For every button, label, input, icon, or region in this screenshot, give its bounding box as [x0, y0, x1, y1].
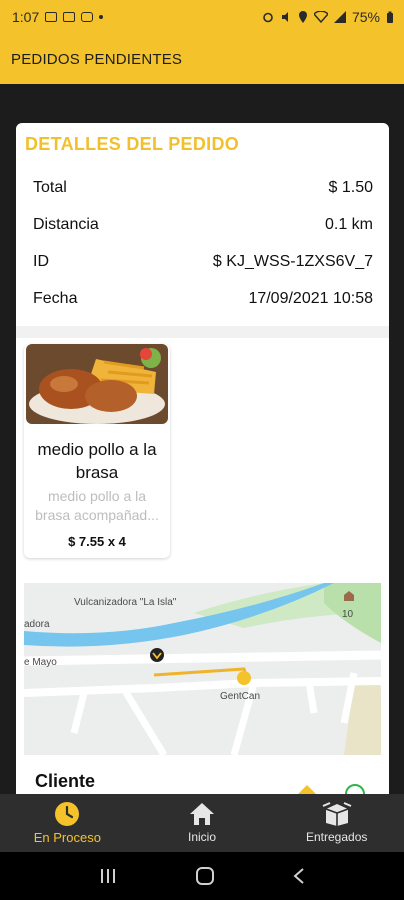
directions-icon[interactable]: [296, 783, 318, 794]
location-icon: [298, 11, 307, 23]
map-label-vulcanizadora: Vulcanizadora "La Isla": [74, 597, 177, 608]
distance-row: Distancia 0.1 km: [33, 216, 373, 234]
home-icon: [190, 803, 214, 825]
nav-entregados[interactable]: Entregados: [269, 794, 404, 852]
box-icon: [322, 802, 352, 826]
content-area[interactable]: DETALLES DEL PEDIDO Total $ 1.50 Distanc…: [0, 84, 404, 794]
battery-level: 75%: [351, 9, 380, 25]
id-value: $ KJ_WSS-1ZXS6V_7: [212, 253, 373, 270]
battery-icon: [387, 11, 393, 23]
order-details-list: Total $ 1.50 Distancia 0.1 km ID $ KJ_WS…: [16, 161, 389, 321]
order-details-card: DETALLES DEL PEDIDO Total $ 1.50 Distanc…: [16, 123, 389, 794]
product-name: medio pollo a la brasa: [37, 440, 157, 482]
status-bar: 1:07 75%: [0, 0, 404, 34]
recent-apps-icon[interactable]: [98, 867, 118, 885]
id-row: ID $ KJ_WSS-1ZXS6V_7: [33, 253, 373, 271]
nav-entregados-label: Entregados: [305, 830, 368, 844]
map-label-mayo: e Mayo: [24, 657, 57, 668]
gallery-icon: [45, 12, 58, 22]
total-row: Total $ 1.50: [33, 179, 373, 197]
map-label-adora: adora: [24, 619, 50, 630]
product-image: [26, 344, 168, 424]
mute-icon: [281, 12, 288, 22]
total-value: $ 1.50: [328, 179, 373, 196]
date-label: Fecha: [33, 290, 78, 307]
id-label: ID: [33, 253, 49, 270]
bottom-navigation: En Proceso Inicio Entregados: [0, 794, 404, 852]
date-row: Fecha 17/09/2021 10:58: [33, 290, 373, 308]
distance-label: Distancia: [33, 216, 99, 233]
more-notifications-icon: [99, 15, 104, 19]
product-card[interactable]: medio pollo a la brasa medio pollo a la …: [24, 344, 170, 558]
page-title: PEDIDOS PENDIENTES: [11, 50, 183, 68]
whatsapp-icon[interactable]: [344, 783, 366, 794]
map-label-gentcan: GentCan: [220, 691, 261, 702]
distance-value: 0.1 km: [324, 216, 373, 233]
order-details-title: DETALLES DEL PEDIDO: [25, 134, 240, 154]
client-heading: Cliente: [35, 771, 96, 791]
status-right: 75%: [262, 9, 394, 25]
status-left: 1:07: [12, 9, 104, 25]
screen-icon: [63, 12, 76, 22]
clock-icon: [55, 802, 80, 826]
status-time: 1:07: [12, 9, 40, 25]
nav-en-proceso[interactable]: En Proceso: [0, 794, 135, 852]
nav-en-proceso-label: En Proceso: [33, 830, 101, 845]
nav-inicio[interactable]: Inicio: [135, 794, 270, 852]
product-price: $ 7.55 x 4: [68, 534, 126, 549]
system-navigation-bar: [0, 852, 404, 900]
back-icon[interactable]: [292, 867, 306, 885]
product-description: medio pollo a la brasa acompañad...: [35, 488, 159, 523]
youtube-icon: [81, 12, 94, 22]
nav-inicio-label: Inicio: [188, 830, 217, 844]
home-button-icon[interactable]: [195, 866, 215, 886]
total-label: Total: [33, 179, 67, 196]
delivery-map[interactable]: Vulcanizadora "La Isla" adora e Mayo Gen…: [24, 583, 381, 755]
app-bar: PEDIDOS PENDIENTES: [0, 34, 404, 84]
section-divider: [16, 326, 389, 338]
date-value: 17/09/2021 10:58: [248, 290, 373, 307]
map-graphic: [24, 583, 381, 755]
map-label-10: 10: [342, 609, 354, 620]
alarm-icon: [263, 12, 273, 23]
wifi-icon: [313, 11, 328, 23]
signal-icon: [333, 11, 346, 23]
